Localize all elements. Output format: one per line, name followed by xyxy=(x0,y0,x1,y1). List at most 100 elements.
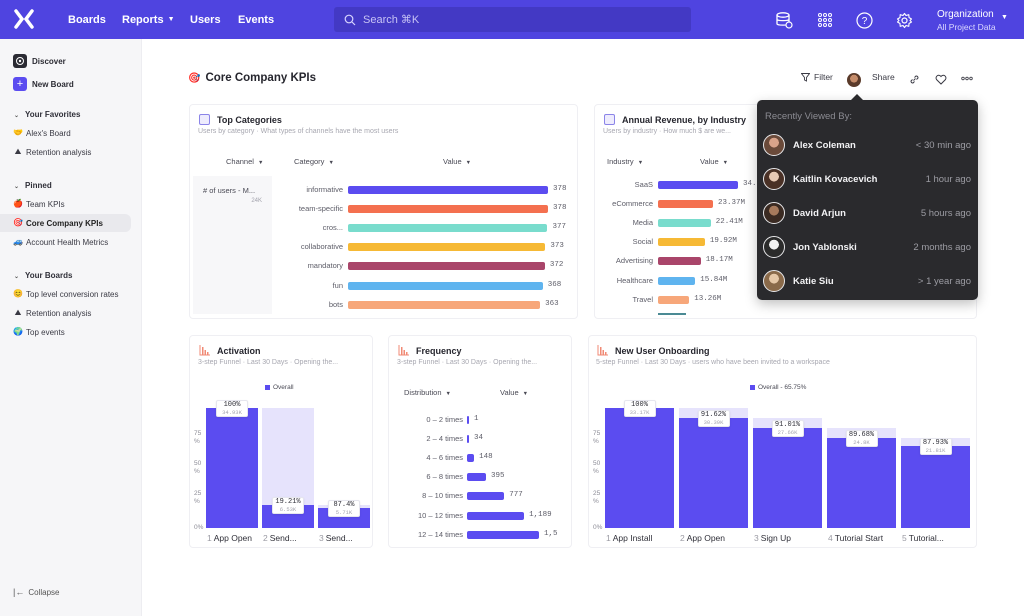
value-column-header[interactable]: Value ▼ xyxy=(500,388,528,397)
nav-boards[interactable]: Boards xyxy=(68,0,106,39)
annual-revenue-title[interactable]: Annual Revenue, by Industry xyxy=(604,114,746,125)
filter-button[interactable]: Filter xyxy=(801,72,833,82)
copy-link-icon[interactable] xyxy=(909,74,920,85)
top-categories-title[interactable]: Top Categories xyxy=(199,114,282,125)
frequency-title[interactable]: Frequency xyxy=(398,345,462,356)
category-label[interactable]: Advertising xyxy=(573,256,653,265)
funnel-step-label[interactable]: 3 Sign Up xyxy=(754,533,791,543)
bar[interactable] xyxy=(348,262,545,271)
bar[interactable] xyxy=(348,281,543,290)
current-user-avatar[interactable] xyxy=(847,73,861,87)
horizontal-scrollbar[interactable] xyxy=(658,313,686,315)
gear-icon[interactable] xyxy=(894,10,914,30)
channel-column-header[interactable]: Channel ▼ xyxy=(226,157,263,166)
value-column-header[interactable]: Value ▼ xyxy=(700,157,728,166)
bar[interactable] xyxy=(658,257,701,266)
category-label[interactable]: SaaS xyxy=(573,180,653,189)
viewer-row[interactable]: Jon Yablonski 2 months ago xyxy=(763,234,971,260)
bar[interactable] xyxy=(658,219,711,228)
nav-events[interactable]: Events xyxy=(238,0,274,39)
mixpanel-logo-icon[interactable] xyxy=(14,9,34,29)
more-options-icon[interactable] xyxy=(961,76,973,81)
bar[interactable] xyxy=(348,224,548,233)
category-label[interactable]: eCommerce xyxy=(573,199,653,208)
segment-cell[interactable]: # of users - M... 24K xyxy=(193,176,272,314)
category-label[interactable]: mandatory xyxy=(263,261,343,270)
bar[interactable] xyxy=(467,454,475,463)
activation-title[interactable]: Activation xyxy=(199,345,261,356)
sidebar-item-alexs-board[interactable]: 🤝 Alex's Board xyxy=(0,124,142,142)
sidebar-item-retention-analysis-2[interactable]: ⛰ Retention analysis xyxy=(0,304,142,322)
funnel-step-label[interactable]: 3 Send... xyxy=(319,533,353,543)
category-label[interactable]: cros... xyxy=(263,223,343,232)
sidebar-item-core-company-kpis[interactable]: 🎯 Core Company KPIs xyxy=(0,214,131,232)
bar[interactable] xyxy=(658,200,713,209)
chart-legend[interactable]: Overall - 65.75% xyxy=(750,384,806,391)
funnel-bar[interactable] xyxy=(901,445,970,528)
apps-grid-icon[interactable] xyxy=(815,10,835,30)
value-column-header[interactable]: Value ▼ xyxy=(443,157,471,166)
sidebar-item-top-events[interactable]: 🌍 Top events xyxy=(0,323,142,341)
bar[interactable] xyxy=(658,181,738,189)
category-label[interactable]: team-specific xyxy=(263,204,343,213)
category-label[interactable]: collaborative xyxy=(263,242,343,251)
viewer-row[interactable]: Katie Siu > 1 year ago xyxy=(763,268,971,294)
sidebar-section-favorites[interactable]: ⌄ Your Favorites xyxy=(14,110,80,119)
distribution-column-header[interactable]: Distribution ▼ xyxy=(404,388,451,397)
funnel-bar[interactable] xyxy=(753,427,822,528)
category-label[interactable]: 12 – 14 times xyxy=(393,530,463,539)
funnel-step-label[interactable]: 5 Tutorial... xyxy=(902,533,944,543)
category-column-header[interactable]: Category ▼ xyxy=(294,157,334,166)
category-label[interactable]: 10 – 12 times xyxy=(393,511,463,520)
bar[interactable] xyxy=(658,276,696,285)
onboarding-title[interactable]: New User Onboarding xyxy=(597,345,710,356)
bar[interactable] xyxy=(467,530,539,539)
funnel-bar[interactable] xyxy=(679,418,748,528)
organization-switcher[interactable]: Organization All Project Data xyxy=(937,8,996,34)
chevron-down-icon[interactable]: ▼ xyxy=(1001,14,1008,21)
sidebar-discover[interactable]: Discover xyxy=(0,52,142,70)
help-icon[interactable]: ? xyxy=(854,10,874,30)
category-label[interactable]: 0 – 2 times xyxy=(393,415,463,424)
chart-legend[interactable]: Overall xyxy=(265,384,294,391)
funnel-step-label[interactable]: 1 App Install xyxy=(606,533,652,543)
industry-column-header[interactable]: Industry ▼ xyxy=(607,157,643,166)
sidebar-new-board[interactable]: + New Board xyxy=(0,75,142,93)
category-label[interactable]: Healthcare xyxy=(573,276,653,285)
bar[interactable] xyxy=(467,416,469,424)
sidebar-item-top-level-conversion-rates[interactable]: 😊 Top level conversion rates xyxy=(0,285,142,303)
sidebar-section-pinned[interactable]: ⌄ Pinned xyxy=(14,181,52,190)
funnel-step-label[interactable]: 2 Send... xyxy=(263,533,297,543)
category-label[interactable]: 2 – 4 times xyxy=(393,434,463,443)
funnel-step-label[interactable]: 1 App Open xyxy=(207,533,252,543)
bar[interactable] xyxy=(467,435,469,444)
category-label[interactable]: Social xyxy=(573,237,653,246)
category-label[interactable]: 4 – 6 times xyxy=(393,453,463,462)
funnel-bar[interactable] xyxy=(827,438,896,528)
collapse-sidebar-button[interactable]: |← Collapse xyxy=(13,587,59,597)
funnel-bar[interactable] xyxy=(605,408,674,528)
sidebar-item-account-health-metrics[interactable]: 🚙 Account Health Metrics xyxy=(0,233,142,251)
funnel-step-label[interactable]: 4 Tutorial Start xyxy=(828,533,883,543)
category-label[interactable]: fun xyxy=(263,281,343,290)
viewer-row[interactable]: Kaitlin Kovacevich 1 hour ago xyxy=(763,166,971,192)
bar[interactable] xyxy=(348,186,548,194)
bar[interactable] xyxy=(467,473,486,482)
nav-reports[interactable]: Reports ▼ xyxy=(122,0,175,39)
sidebar-section-your-boards[interactable]: ⌄ Your Boards xyxy=(14,271,72,280)
funnel-bar[interactable] xyxy=(206,408,258,528)
viewer-row[interactable]: David Arjun 5 hours ago xyxy=(763,200,971,226)
sidebar-item-team-kpis[interactable]: 🍎 Team KPIs xyxy=(0,195,142,213)
sidebar-item-retention-analysis[interactable]: ⛰ Retention analysis xyxy=(0,143,142,161)
category-label[interactable]: Travel xyxy=(573,295,653,304)
funnel-step-label[interactable]: 2 App Open xyxy=(680,533,725,543)
bar[interactable] xyxy=(348,300,541,309)
bar[interactable] xyxy=(658,295,690,304)
bar[interactable] xyxy=(467,492,505,501)
data-settings-icon[interactable] xyxy=(774,10,794,30)
bar[interactable] xyxy=(467,511,525,520)
category-label[interactable]: 6 – 8 times xyxy=(393,472,463,481)
category-label[interactable]: bots xyxy=(263,300,343,309)
favorite-heart-icon[interactable] xyxy=(935,74,947,85)
bar[interactable] xyxy=(348,243,546,252)
